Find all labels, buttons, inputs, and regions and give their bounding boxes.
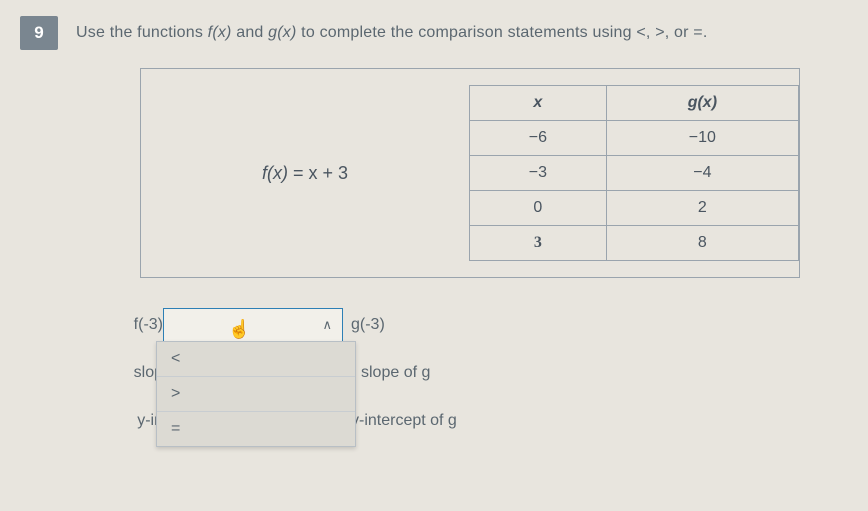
prompt-fx: f(x) xyxy=(208,24,232,41)
functions-panel: f(x) = x + 3 x g(x) −6 −10 −3 −4 0 2 3 8 xyxy=(140,68,800,278)
g-cell-x2: 0 xyxy=(470,191,607,226)
pointer-cursor-icon: ☝ xyxy=(228,319,250,340)
g-head-gx: g(x) xyxy=(606,86,798,121)
dropdown-option-lt[interactable]: < xyxy=(157,342,355,377)
table-row: −3 −4 xyxy=(470,156,799,191)
r3-right-label: y-intercept of g xyxy=(351,412,457,430)
caret-up-icon: ∧ xyxy=(322,317,332,333)
question-header: 9 Use the functions f(x) and g(x) to com… xyxy=(20,16,848,50)
g-table-head-row: x g(x) xyxy=(470,86,799,121)
f-rhs: x + 3 xyxy=(308,163,348,183)
dropdown-option-gt[interactable]: > xyxy=(157,377,355,412)
g-cell-g1: −4 xyxy=(606,156,798,191)
g-table: x g(x) −6 −10 −3 −4 0 2 3 8 xyxy=(469,85,799,261)
prompt-gx: g(x) xyxy=(268,24,296,41)
prompt-text-post: to complete the comparison statements us… xyxy=(297,24,708,41)
r1-select[interactable]: ∧ ☝ < > = xyxy=(163,308,343,342)
question-prompt: Use the functions f(x) and g(x) to compl… xyxy=(76,24,708,42)
prompt-text-mid: and xyxy=(232,24,269,41)
f-definition: f(x) = x + 3 xyxy=(141,163,469,184)
g-table-wrap: x g(x) −6 −10 −3 −4 0 2 3 8 xyxy=(469,85,799,261)
question-number-badge: 9 xyxy=(20,16,58,50)
prompt-text-pre: Use the functions xyxy=(76,24,208,41)
r1-dropdown-menu: < > = xyxy=(156,341,356,447)
g-cell-x0: −6 xyxy=(470,121,607,156)
g-cell-x1: −3 xyxy=(470,156,607,191)
dropdown-option-eq[interactable]: = xyxy=(157,412,355,446)
g-cell-x3-handwritten: 3 xyxy=(470,226,607,261)
r1-right-label: g(-3) xyxy=(351,316,385,334)
g-head-x: x xyxy=(470,86,607,121)
comparison-section: f(-3) ∧ ☝ < > = g(-3) slop ∨ slope of g … xyxy=(115,308,848,438)
f-lhs: f(x) xyxy=(262,163,288,183)
compare-row-1: f(-3) ∧ ☝ < > = g(-3) xyxy=(115,308,848,342)
g-cell-g0: −10 xyxy=(606,121,798,156)
r1-left-label: f(-3) xyxy=(115,316,163,334)
table-row: −6 −10 xyxy=(470,121,799,156)
r2-right-label: slope of g xyxy=(361,364,430,382)
g-cell-g3: 8 xyxy=(606,226,798,261)
f-eq: = xyxy=(288,163,309,183)
table-row: 0 2 xyxy=(470,191,799,226)
table-row: 3 8 xyxy=(470,226,799,261)
g-cell-g2: 2 xyxy=(606,191,798,226)
